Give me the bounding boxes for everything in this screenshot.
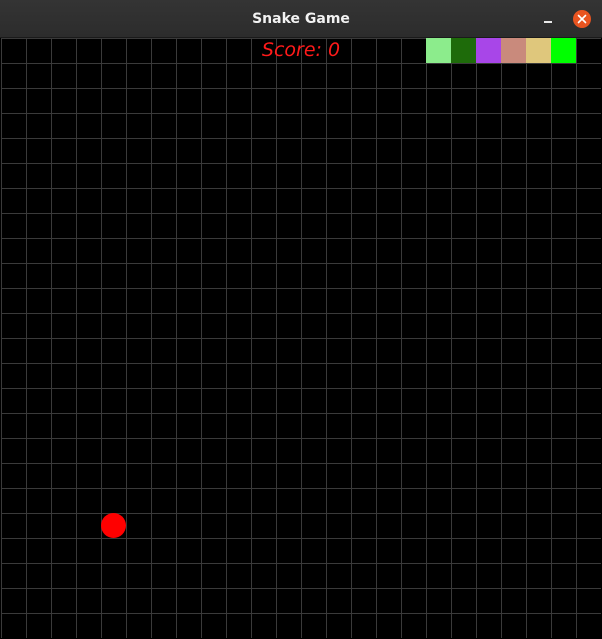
close-button[interactable]: [573, 10, 591, 28]
close-icon: [577, 14, 587, 24]
snake-segment: [501, 38, 526, 63]
game-board[interactable]: Score: 0: [1, 38, 601, 638]
food-apple: [101, 513, 126, 538]
minimize-button[interactable]: [540, 11, 556, 27]
snake-segment: [476, 38, 501, 63]
window-title: Snake Game: [252, 11, 350, 27]
game-window: Snake Game Score: 0: [0, 0, 602, 639]
snake-segment: [526, 38, 551, 63]
snake-segment: [451, 38, 476, 63]
title-bar[interactable]: Snake Game: [0, 0, 602, 38]
snake-segment: [551, 38, 576, 63]
snake-segment: [426, 38, 451, 63]
